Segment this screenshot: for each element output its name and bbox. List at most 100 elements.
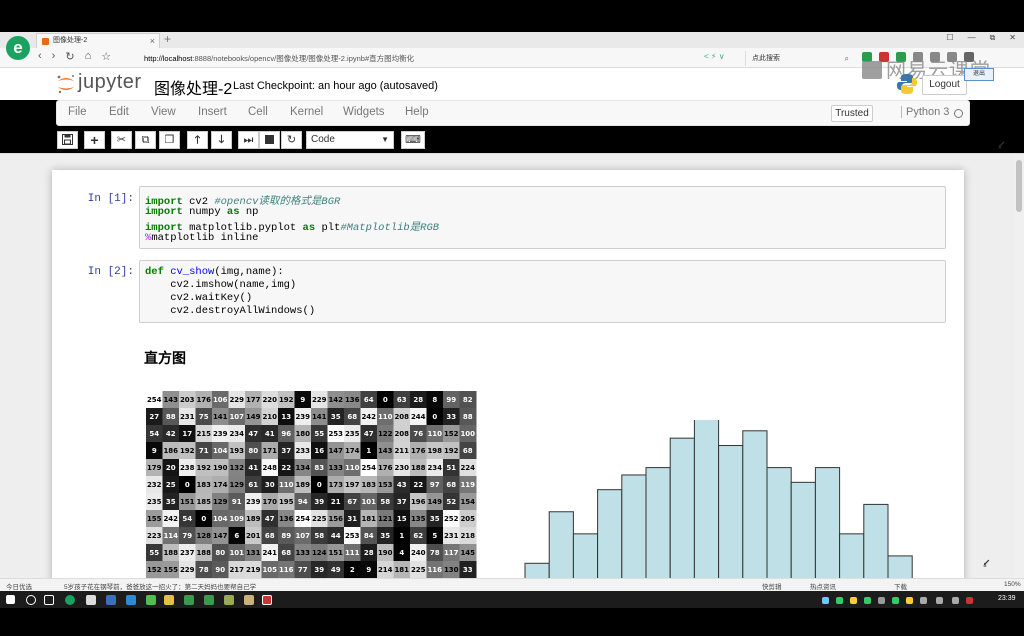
menu-cell[interactable]: Cell (248, 106, 268, 118)
share-icon[interactable]: < ⚡ ∨ (704, 52, 725, 61)
app-icon[interactable] (126, 595, 136, 605)
move-up-button[interactable]: 🡑 (187, 131, 208, 149)
save-button[interactable] (57, 131, 78, 149)
task-view-icon[interactable] (44, 595, 54, 605)
pixel-cell: 30 (261, 476, 279, 494)
home-icon[interactable]: ⌂ (85, 50, 92, 63)
scrollbar[interactable] (1014, 154, 1024, 578)
new-tab-button[interactable]: + (164, 32, 171, 46)
scrollbar-thumb[interactable] (1016, 160, 1022, 212)
pixel-cell: 80 (245, 442, 262, 460)
code-line: %matplotlib inline (145, 232, 258, 244)
window-control-1[interactable]: ☐ (946, 33, 953, 43)
copy-button[interactable]: ⧉ (135, 131, 156, 149)
code-token: #Matplotlib是RGB (340, 222, 440, 234)
pixel-cell: 16 (311, 442, 328, 460)
tray-icon[interactable] (906, 597, 913, 604)
pixel-value: 77 (298, 566, 308, 574)
command-palette-button[interactable]: ⌨ (401, 131, 425, 149)
browser-logo-icon[interactable]: e (6, 36, 30, 60)
status-hotnews[interactable]: 热点资讯 (810, 581, 836, 591)
pixel-value: 121 (378, 515, 393, 523)
jupyter-logo-icon[interactable] (56, 73, 76, 95)
restore-icon[interactable]: ⧉ (990, 33, 996, 43)
restart-button[interactable]: ↻ (281, 131, 302, 149)
minimize-icon[interactable]: — (968, 33, 976, 43)
menu-view[interactable]: View (151, 106, 176, 118)
url-bar[interactable]: http://localhost:8888/notebooks/opencv/图… (138, 51, 728, 66)
app-icon[interactable] (184, 595, 194, 605)
mouse-cursor-icon: ⭹ (983, 557, 990, 569)
search-icon[interactable]: ⌕ (845, 51, 849, 66)
cut-button[interactable]: ✂ (111, 131, 132, 149)
volume-icon[interactable] (936, 597, 943, 604)
pixel-value: 28 (364, 549, 374, 557)
pixel-cell: 180 (294, 425, 312, 443)
pixel-value: 1 (366, 447, 371, 455)
status-news[interactable]: 5岁孩子花在钢琴前，爸爸放这一招火了：第二天妈妈也要帮自己学 (64, 581, 256, 591)
tray-icon[interactable] (864, 597, 871, 604)
taskbar-clock[interactable]: 23:39 (998, 595, 1016, 602)
bookmark-star-icon[interactable]: ☆ (101, 50, 111, 63)
menu-help[interactable]: Help (405, 106, 429, 118)
tray-icon[interactable] (920, 597, 927, 604)
paste-button[interactable]: ❐ (159, 131, 180, 149)
notebook-name[interactable]: 图像处理-2 (154, 75, 232, 99)
app-icon[interactable] (106, 595, 116, 605)
ime-icon[interactable] (952, 597, 959, 604)
jupyter-logo-text[interactable]: jupyter (78, 71, 142, 94)
tray-icon[interactable] (892, 597, 899, 604)
forward-icon[interactable]: › (52, 50, 56, 63)
menu-widgets[interactable]: Widgets (343, 106, 385, 118)
pixel-value: 155 (163, 566, 178, 574)
pixel-cell: 234 (426, 459, 444, 477)
pixel-value: 210 (262, 413, 277, 421)
status-zoom[interactable]: 150% (1004, 581, 1021, 588)
app-icon[interactable] (146, 595, 156, 605)
browser-tab[interactable]: 图像处理-2 × (36, 33, 160, 48)
menu-file[interactable]: File (68, 106, 87, 118)
status-kuaijianji[interactable]: 快剪辑 (762, 581, 782, 591)
tray-icon[interactable] (878, 597, 885, 604)
kernel-name[interactable]: Python 3 (901, 106, 949, 118)
search-circle-icon[interactable] (26, 595, 36, 605)
cell-type-select[interactable]: Code ▼ (306, 131, 394, 149)
browser-task-icon[interactable] (65, 595, 75, 605)
pixel-value: 105 (262, 566, 277, 574)
tray-icon[interactable] (850, 597, 857, 604)
tray-icon[interactable] (836, 597, 843, 604)
move-down-button[interactable]: 🡓 (211, 131, 232, 149)
pixel-cell: 143 (162, 391, 180, 409)
trusted-indicator[interactable]: Trusted (831, 105, 873, 122)
back-icon[interactable]: ‹ (38, 50, 42, 63)
menu-kernel[interactable]: Kernel (290, 106, 323, 118)
folder-icon[interactable] (164, 595, 174, 605)
pixel-value: 188 (196, 549, 211, 557)
app-icon[interactable] (224, 595, 234, 605)
run-button[interactable]: ⏭ (238, 131, 259, 149)
status-download[interactable]: 下载 (894, 581, 907, 591)
pixel-value: 225 (411, 566, 426, 574)
tab-close-icon[interactable]: × (150, 34, 155, 48)
app-icon[interactable] (204, 595, 214, 605)
logout-button[interactable]: Logout (922, 75, 967, 95)
search-input[interactable]: 点此搜索 ⌕ (745, 51, 853, 66)
windows-start-icon[interactable] (6, 595, 15, 604)
menu-edit[interactable]: Edit (109, 106, 129, 118)
reload-icon[interactable]: ↻ (65, 50, 74, 63)
recorder-icon[interactable] (262, 595, 272, 605)
insert-cell-button[interactable]: + (84, 131, 105, 149)
close-window-icon[interactable]: ✕ (1009, 33, 1016, 43)
menu-insert[interactable]: Insert (198, 106, 227, 118)
pixel-value: 231 (180, 413, 195, 421)
pixel-value: 124 (312, 549, 327, 557)
store-icon[interactable] (86, 595, 96, 605)
tray-icon[interactable] (822, 597, 829, 604)
pixel-value: 154 (460, 498, 475, 506)
interrupt-button[interactable] (259, 131, 280, 149)
code-token: numpy (182, 206, 227, 218)
app-icon[interactable] (244, 595, 254, 605)
status-left-1[interactable]: 今日优选 (6, 581, 32, 591)
tray-icon[interactable] (966, 597, 973, 604)
pixel-value: 229 (229, 396, 244, 404)
